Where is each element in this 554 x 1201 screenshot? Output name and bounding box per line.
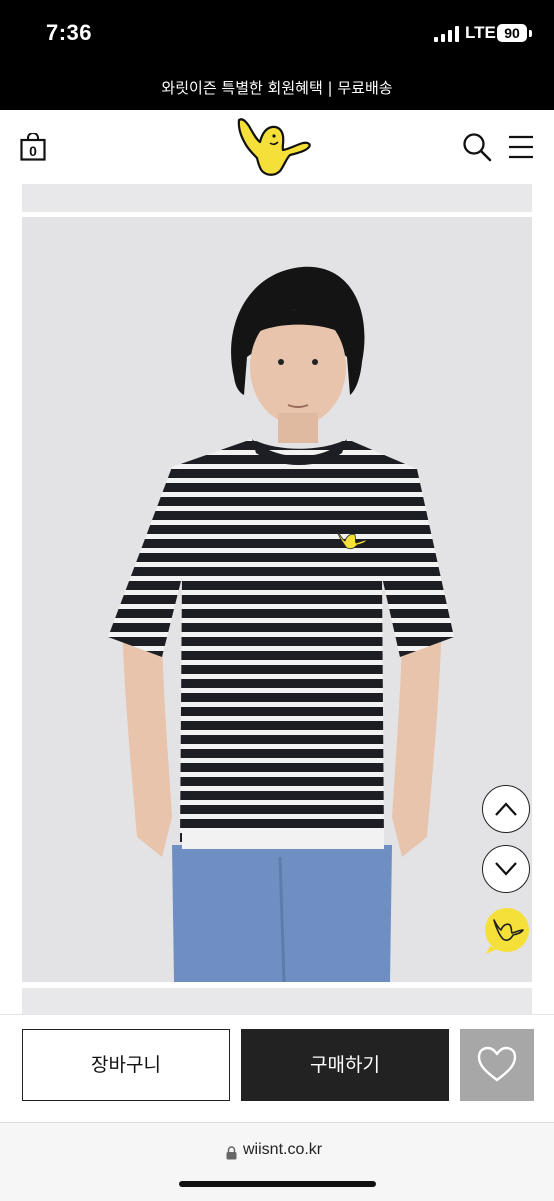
buy-now-button[interactable]: 구매하기 bbox=[241, 1029, 449, 1101]
lock-icon bbox=[226, 1146, 237, 1160]
heart-icon bbox=[477, 1046, 517, 1082]
previous-image-strip bbox=[22, 184, 532, 212]
network-type: LTE bbox=[465, 23, 496, 42]
chevron-up-icon bbox=[495, 802, 517, 816]
chevron-down-icon bbox=[495, 862, 517, 876]
hamburger-menu-icon[interactable] bbox=[508, 134, 534, 160]
home-indicator[interactable] bbox=[179, 1181, 376, 1187]
status-bar: 7:36 LTE 90 bbox=[0, 0, 554, 70]
search-icon[interactable] bbox=[462, 132, 492, 162]
browser-address-bar[interactable] bbox=[0, 1122, 554, 1201]
battery-level: 90 bbox=[497, 24, 527, 42]
wishlist-button[interactable] bbox=[460, 1029, 534, 1101]
next-image-strip bbox=[22, 988, 532, 1014]
shopping-bag-icon[interactable]: 0 bbox=[20, 133, 46, 161]
url-text[interactable]: wiisnt.co.kr bbox=[243, 1141, 322, 1159]
add-to-cart-button[interactable]: 장바구니 bbox=[22, 1029, 230, 1101]
status-time: 7:36 bbox=[46, 20, 93, 45]
yellow-duck-logo[interactable] bbox=[232, 114, 314, 178]
duck-chat-icon[interactable] bbox=[482, 906, 532, 956]
signal-icon bbox=[434, 26, 459, 42]
promo-banner[interactable]: 와릿이즌 특별한 회원혜택 | 무료배송 bbox=[0, 70, 554, 110]
product-photo[interactable] bbox=[22, 217, 532, 982]
cart-count: 0 bbox=[29, 143, 37, 159]
scroll-up-button[interactable] bbox=[482, 785, 530, 833]
scroll-down-button[interactable] bbox=[482, 845, 530, 893]
battery-tip bbox=[529, 30, 532, 37]
